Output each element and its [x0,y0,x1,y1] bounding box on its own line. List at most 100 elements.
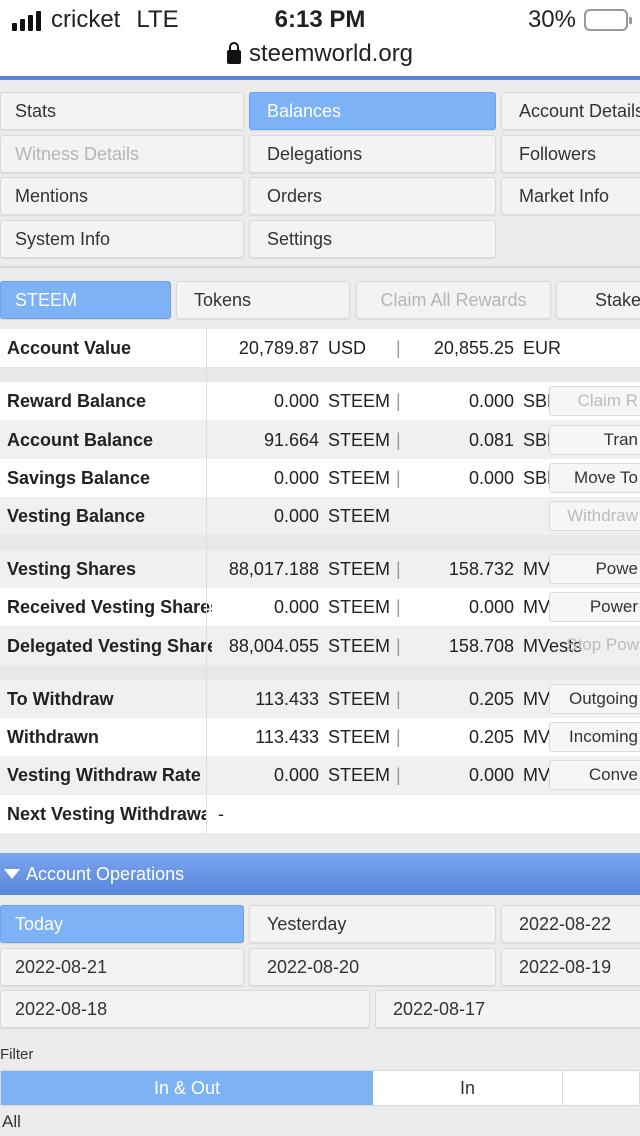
value-mvests: 0.000 [468,765,514,785]
row-gap [0,535,640,550]
claim-rewards-button[interactable]: Claim R [549,386,640,416]
section-title: Account Operations [26,864,185,884]
row-label: Account Balance [7,430,154,450]
day-2022-08-20[interactable]: 2022-08-20 [249,948,496,986]
value-steem: 0.000 [273,506,319,526]
account-operations-header[interactable]: Account Operations [0,853,640,895]
nav-mentions[interactable]: Mentions [0,177,244,215]
nav-market-info[interactable]: Market Info [501,177,640,215]
battery-indicator: 30% [527,6,632,34]
filter-in[interactable]: In [373,1071,563,1105]
day-yesterday[interactable]: Yesterday [249,905,496,943]
day-2022-08-17[interactable]: 2022-08-17 [375,990,640,1028]
reward-balance-row: Reward Balance 0.000 STEEM | 0.000 SBD C… [0,382,640,420]
value-sbd: 0.000 [468,391,514,411]
row-label: Vesting Withdraw Rate [7,765,201,785]
value-usd: 20,789.87 [238,338,319,358]
move-to-button[interactable]: Move To [549,463,640,493]
next-vesting-withdrawal-row: Next Vesting Withdrawal - [0,795,640,833]
day-2022-08-21[interactable]: 2022-08-21 [0,948,244,986]
separator: | [396,338,401,358]
value-mvests: 0.000 [468,597,514,617]
delegated-vesting-row: Delegated Vesting Share 88,004.055 STEEM… [0,627,640,665]
value-sbd: 0.000 [468,468,514,488]
unit-steem: STEEM [328,689,391,709]
account-value-row: Account Value 20,789.87 USD | 20,855.25 … [0,329,640,367]
row-gap [0,665,640,680]
unit-steem: STEEM [328,597,391,617]
row-label: To Withdraw [7,689,114,709]
separator: | [396,468,401,488]
all-label: All [2,1112,21,1131]
convert-button[interactable]: Conve [549,760,640,790]
filter-in-and-out[interactable]: In & Out [1,1071,373,1105]
vesting-shares-row: Vesting Shares 88,017.188 STEEM | 158.73… [0,550,640,588]
row-label: Received Vesting Shares [7,597,212,617]
separator: | [396,391,401,411]
transfer-button[interactable]: Tran [549,425,640,455]
lock-icon [226,42,241,64]
value-steem: 91.664 [263,430,319,450]
separator: | [396,559,401,579]
row-label: Withdrawn [7,727,99,747]
battery-icon [584,9,632,31]
separator: | [396,765,401,785]
day-2022-08-19[interactable]: 2022-08-19 [501,948,640,986]
row-label: Reward Balance [7,391,147,411]
section-gap [0,833,640,853]
value-mvests: 158.732 [448,559,514,579]
status-bar: cricket LTE 6:13 PM 30% steemworld.org [0,0,640,78]
power-up-button[interactable]: Power [549,592,640,622]
power-down-button[interactable]: Powe [549,554,640,584]
address-bar[interactable]: steemworld.org [0,40,640,68]
outgoing-button[interactable]: Outgoing [549,684,640,714]
separator: | [396,430,401,450]
nav-followers[interactable]: Followers [501,135,640,173]
nav-delegations[interactable]: Delegations [249,135,496,173]
nav-settings[interactable]: Settings [249,220,496,258]
nav-witness-details[interactable]: Witness Details [0,135,244,173]
value-steem: 0.000 [273,597,319,617]
separator: | [396,597,401,617]
value-mvests: 0.205 [468,689,514,709]
url-text: steemworld.org [248,40,414,67]
unit-eur: EUR [523,338,562,358]
stop-power-down-button[interactable]: Stop Pow [549,631,640,661]
received-vesting-row: Received Vesting Shares 0.000 STEEM | 0.… [0,588,640,626]
battery-percent: 30% [527,6,576,33]
unit-steem: STEEM [328,506,391,526]
tab-steem[interactable]: STEEM [0,281,171,319]
value-steem: 88,017.188 [228,559,319,579]
claim-all-rewards-button[interactable]: Claim All Rewards [356,281,551,319]
unit-steem: STEEM [328,727,391,747]
value-next-withdrawal: - [218,804,224,824]
day-today[interactable]: Today [0,905,244,943]
value-mvests: 0.205 [468,727,514,747]
vesting-withdraw-rate-row: Vesting Withdraw Rate 0.000 STEEM | 0.00… [0,756,640,794]
row-label: Next Vesting Withdrawal [7,804,207,824]
withdraw-button[interactable]: Withdraw [549,501,640,531]
nav-account-details[interactable]: Account Details [501,92,640,130]
separator: | [396,636,401,656]
unit-usd: USD [328,338,367,358]
value-mvests: 158.708 [448,636,514,656]
day-2022-08-22[interactable]: 2022-08-22 [501,905,640,943]
nav-orders[interactable]: Orders [249,177,496,215]
stake-button[interactable]: Stake [556,281,640,319]
filter-label: Filter [0,1046,34,1063]
tab-tokens[interactable]: Tokens [176,281,350,319]
value-steem: 113.433 [255,689,319,709]
row-label: Savings Balance [7,468,151,488]
nav-stats[interactable]: Stats [0,92,244,130]
incoming-button[interactable]: Incoming [549,722,640,752]
filter-bar: In & Out In [0,1070,640,1106]
day-2022-08-18[interactable]: 2022-08-18 [0,990,370,1028]
nav-balances[interactable]: Balances [249,92,496,130]
to-withdraw-row: To Withdraw 113.433 STEEM | 0.205 MV Out… [0,680,640,718]
value-steem: 88,004.055 [228,636,319,656]
value-steem: 0.000 [273,468,319,488]
withdrawn-row: Withdrawn 113.433 STEEM | 0.205 MV Incom… [0,718,640,756]
divider [0,266,640,268]
unit-steem: STEEM [328,765,391,785]
nav-system-info[interactable]: System Info [0,220,244,258]
